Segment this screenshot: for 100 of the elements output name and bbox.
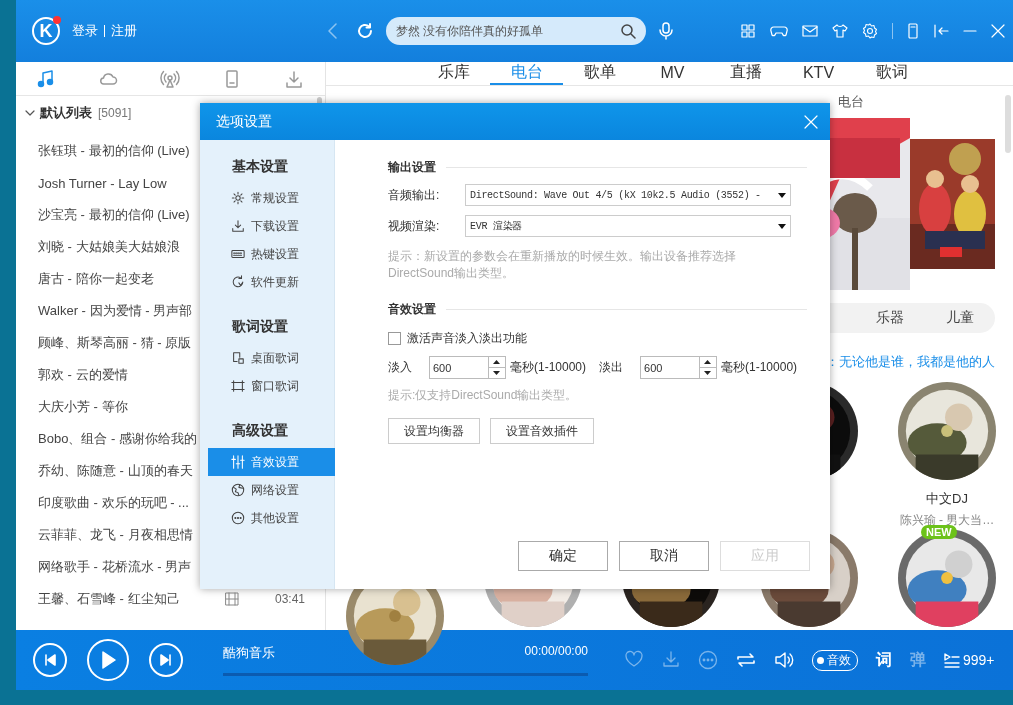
song-title[interactable]: Bobo、组合 - 感谢你给我的	[38, 430, 197, 448]
nav-tab[interactable]: 电台	[490, 62, 563, 85]
window-frame-icon	[231, 379, 245, 393]
repeat-icon[interactable]	[736, 651, 756, 669]
more-icon[interactable]	[698, 650, 718, 670]
mail-icon[interactable]	[802, 23, 818, 39]
song-title[interactable]: 大庆小芳 - 等你	[38, 398, 128, 416]
settings-button[interactable]: 设置均衡器	[388, 418, 480, 444]
new-badge: NEW	[921, 525, 957, 539]
heart-icon[interactable]	[624, 650, 644, 668]
previous-icon	[44, 654, 56, 666]
station-title[interactable]: 中文DJ	[926, 490, 968, 508]
search-field[interactable]: 梦然 没有你陪伴真的好孤单	[386, 17, 646, 45]
spinner-arrows-icon	[488, 356, 505, 379]
song-title[interactable]: 唐古 - 陪你一起变老	[38, 270, 154, 288]
settings-nav-item[interactable]: 网络设置	[208, 476, 335, 504]
settings-group-title: 歌词设置	[232, 318, 289, 336]
settings-nav-item[interactable]: 桌面歌词	[208, 344, 335, 372]
song-title[interactable]: 张钰琪 - 最初的信仰 (Live)	[38, 142, 190, 160]
queue-button[interactable]: 999+	[944, 652, 995, 668]
settings-nav-item[interactable]: 下载设置	[208, 212, 335, 240]
settings-nav-item[interactable]: 常规设置	[208, 184, 335, 212]
nav-tab[interactable]: 歌词	[855, 62, 928, 85]
hint-text: 提示：新设置的参数会在重新播放的时候生效。输出设备推荐选择DirectSound输出类型。	[388, 248, 737, 282]
gamepad-icon[interactable]	[770, 23, 788, 39]
close-icon[interactable]	[991, 24, 1005, 38]
progress-track[interactable]	[223, 673, 588, 676]
volume-icon[interactable]	[774, 651, 794, 669]
song-title[interactable]: 网络歌手 - 花桥流水 - 男声	[38, 558, 192, 576]
checkbox[interactable]	[388, 332, 401, 345]
spinner-arrows-icon	[699, 356, 717, 379]
song-title[interactable]: 印度歌曲 - 欢乐的玩吧 - ...	[38, 494, 189, 512]
section-title: 输出设置	[388, 158, 436, 176]
song-title[interactable]: Walker - 因为爱情 - 男声部	[38, 302, 193, 320]
song-title[interactable]: 王馨、石雪峰 - 红尘知己	[38, 590, 180, 608]
lyrics-button[interactable]: 词	[876, 649, 892, 671]
queue-icon	[944, 652, 960, 668]
nav-tab[interactable]: MV	[636, 62, 709, 85]
settings-button[interactable]: 设置音效插件	[490, 418, 594, 444]
song-title[interactable]: Josh Turner - Lay Low	[38, 175, 167, 191]
play-icon	[100, 651, 116, 669]
number-field[interactable]: 600	[429, 356, 506, 379]
settings-group-title: 基本设置	[232, 158, 289, 176]
song-title[interactable]: 云菲菲、龙飞 - 月夜相思情	[38, 526, 193, 544]
field-label: 视频渲染:	[388, 217, 441, 235]
login-link[interactable]: 登录	[72, 22, 98, 40]
unit-label: 毫秒(1-10000)	[510, 359, 587, 376]
sliders-icon	[231, 455, 245, 469]
microphone-icon[interactable]	[658, 22, 674, 40]
previous-button[interactable]	[33, 643, 67, 677]
phone-icon[interactable]	[907, 23, 919, 39]
refresh-icon[interactable]	[356, 22, 374, 40]
dialog-button[interactable]: 确定	[518, 541, 608, 571]
category-tab[interactable]: 乐器	[855, 309, 925, 327]
playlist-name[interactable]: 默认列表	[40, 104, 92, 122]
play-button[interactable]	[87, 639, 129, 681]
headline-link[interactable]: ：无论他是谁，我都是他的人	[826, 353, 995, 371]
settings-nav-item[interactable]: 其他设置	[208, 504, 335, 532]
song-title[interactable]: 郭欢 - 云的爱情	[38, 366, 128, 384]
field-label: 音频输出:	[388, 186, 441, 204]
film-icon[interactable]	[224, 592, 239, 606]
section-title: 电台	[838, 93, 865, 111]
next-button[interactable]	[149, 643, 183, 677]
download-icon	[284, 69, 305, 88]
song-title[interactable]: 沙宝亮 - 最初的信仰 (Live)	[38, 206, 190, 224]
number-field[interactable]: 600	[640, 356, 718, 379]
song-title[interactable]: 刘晓 - 大姑娘美大姑娘浪	[38, 238, 180, 256]
grid-icon[interactable]	[740, 23, 756, 39]
exit-mini-icon[interactable]	[933, 23, 949, 39]
song-duration: 03:41	[274, 592, 305, 606]
download-icon	[231, 219, 245, 233]
download-icon[interactable]	[662, 650, 680, 668]
more-icon	[231, 511, 245, 525]
register-link[interactable]: 注册	[111, 22, 137, 40]
settings-nav-item[interactable]: 热键设置	[208, 240, 335, 268]
playlist-count: [5091]	[98, 106, 132, 120]
nav-tab[interactable]: KTV	[782, 62, 855, 85]
sound-effect-toggle[interactable]: 音效	[812, 649, 858, 671]
song-title[interactable]: 乔幼、陈随意 - 山顶的春天	[38, 462, 193, 480]
shirt-icon[interactable]	[832, 23, 848, 39]
logo[interactable]: K	[32, 17, 60, 45]
nav-tab[interactable]: 直播	[709, 62, 782, 85]
hint-text: 提示:仅支持DirectSound输出类型。	[388, 387, 579, 404]
section-title: 音效设置	[388, 300, 436, 318]
back-icon[interactable]	[326, 22, 338, 40]
scrollbar-thumb[interactable]	[1005, 95, 1011, 153]
field-label: 淡入	[388, 359, 412, 376]
checkbox-label[interactable]: 激活声音淡入淡出功能	[407, 330, 527, 347]
field-label: 淡出	[599, 359, 624, 376]
dialog-button[interactable]: 取消	[619, 541, 709, 571]
nav-tab[interactable]: 乐库	[417, 62, 490, 85]
gear-icon	[231, 191, 245, 205]
nav-tab[interactable]: 歌单	[563, 62, 636, 85]
settings-icon[interactable]	[862, 23, 878, 39]
settings-nav-item[interactable]: 软件更新	[208, 268, 335, 296]
settings-nav-item[interactable]: 窗口歌词	[208, 372, 335, 400]
song-title: 酷狗音乐	[223, 644, 275, 662]
search-icon[interactable]	[620, 23, 636, 39]
song-title[interactable]: 顾峰、斯琴高丽 - 猜 - 原版	[38, 334, 192, 352]
category-tab[interactable]: 儿童	[925, 309, 995, 327]
